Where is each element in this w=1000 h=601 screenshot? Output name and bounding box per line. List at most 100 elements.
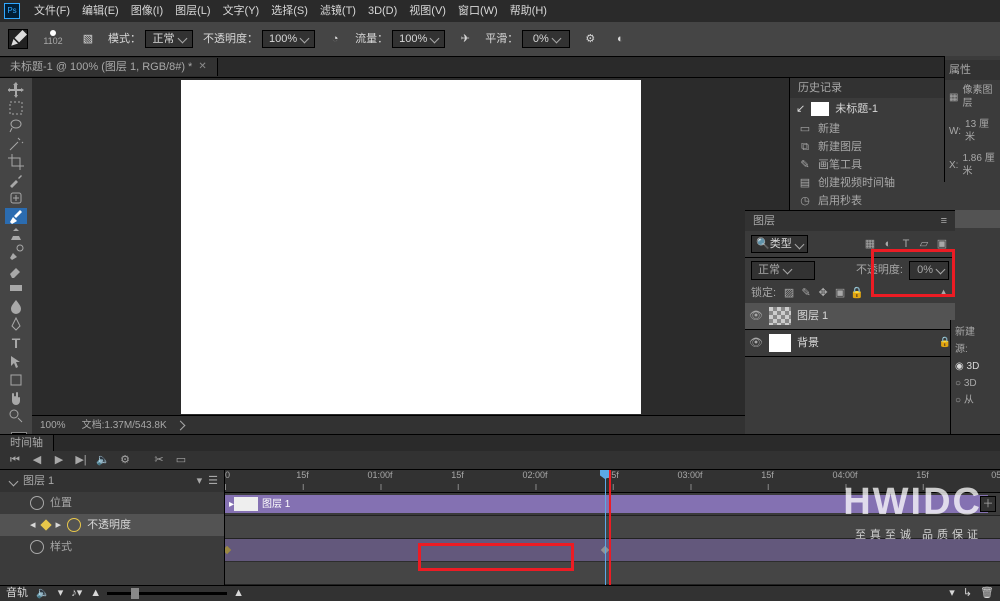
expand-icon[interactable] xyxy=(9,476,19,486)
timeline-menu-icon[interactable]: ▾ xyxy=(949,586,955,600)
audio-menu-icon[interactable]: ▾ xyxy=(58,586,64,600)
props-w-value[interactable]: 13 厘米 xyxy=(965,118,996,144)
menu-filter[interactable]: 滤镜(T) xyxy=(314,4,362,18)
stopwatch-icon[interactable] xyxy=(30,496,44,510)
pen-tool-icon[interactable] xyxy=(5,316,27,332)
mute-icon[interactable]: 🔈 xyxy=(94,451,112,469)
history-brush-icon[interactable] xyxy=(5,244,27,260)
render-icon[interactable]: ↳ xyxy=(963,586,972,600)
timeline-layer-options-icon[interactable]: ☰ xyxy=(208,474,218,488)
first-frame-icon[interactable]: ⏮ xyxy=(6,451,24,469)
timeline-layer-menu-icon[interactable]: ▾ xyxy=(197,474,203,488)
filter-type-icon[interactable]: T xyxy=(899,237,913,251)
menu-edit[interactable]: 编辑(E) xyxy=(76,4,125,18)
opacity-value[interactable]: 100% xyxy=(262,30,315,48)
timeline-prop-row[interactable]: ◂ ▸ 不透明度 xyxy=(0,514,224,536)
zoom-in-icon[interactable]: ▲ xyxy=(233,586,244,600)
document-canvas[interactable] xyxy=(181,80,641,414)
menu-3d[interactable]: 3D(D) xyxy=(362,4,403,18)
gradient-tool-icon[interactable] xyxy=(5,280,27,296)
audio-track-label[interactable]: 音轨 xyxy=(6,586,28,600)
keyframe-icon[interactable] xyxy=(225,546,231,554)
wand-tool-icon[interactable] xyxy=(5,136,27,152)
stopwatch-icon[interactable] xyxy=(67,518,81,532)
flow-value[interactable]: 100% xyxy=(392,30,445,48)
props-x-value[interactable]: 1.86 厘米 xyxy=(962,152,996,178)
add-media-button[interactable]: ＋ xyxy=(980,496,996,512)
lock-artboard-icon[interactable]: ▣ xyxy=(833,286,847,300)
menu-image[interactable]: 图像(I) xyxy=(125,4,169,18)
timeline-layer-row[interactable]: 图层 1 ▾ ☰ xyxy=(0,470,224,492)
smoothing-gear-icon[interactable]: ⚙ xyxy=(580,29,600,49)
timeline-prop-track[interactable] xyxy=(225,562,1000,585)
layer-name[interactable]: 图层 1 xyxy=(797,309,828,323)
timeline-ruler[interactable]: 0015f01:00f15f02:00f15f03:00f15f04:00f15… xyxy=(225,470,1000,493)
fill-slider-icon[interactable]: ▲ xyxy=(938,286,949,300)
pressure-size-icon[interactable]: ◐ xyxy=(610,29,630,49)
brush-panel-toggle-icon[interactable]: ▧ xyxy=(78,29,98,49)
visibility-toggle-icon[interactable]: 👁 xyxy=(749,309,763,323)
menu-file[interactable]: 文件(F) xyxy=(28,4,76,18)
brush-preset[interactable]: 1102 xyxy=(38,25,68,53)
airbrush-icon[interactable]: ✈ xyxy=(455,29,475,49)
shape-tool-icon[interactable] xyxy=(5,372,27,388)
zoom-out-icon[interactable]: ▲ xyxy=(90,586,101,600)
mode-dropdown[interactable]: 正常 xyxy=(145,30,193,48)
doc-info-value[interactable]: 文档:1.37M/543.8K xyxy=(82,419,167,432)
menu-help[interactable]: 帮助(H) xyxy=(504,4,553,18)
document-tab[interactable]: 未标题-1 @ 100% (图层 1, RGB/8#) * ✕ xyxy=(0,58,218,76)
timeline-zoom-slider[interactable] xyxy=(107,592,227,595)
stopwatch-icon[interactable] xyxy=(30,540,44,554)
lock-trans-icon[interactable]: ▨ xyxy=(782,286,796,300)
split-icon[interactable]: ✂ xyxy=(150,451,168,469)
timeline-prop-row[interactable]: 位置 xyxy=(0,492,224,514)
timeline-prop-track[interactable] xyxy=(225,516,1000,539)
zoom-tool-icon[interactable] xyxy=(5,408,27,424)
strip-label[interactable]: 新建 xyxy=(953,324,998,341)
status-flyout-icon[interactable] xyxy=(175,420,185,430)
layer-name[interactable]: 背景 xyxy=(797,336,819,350)
filter-pixel-icon[interactable]: ▦ xyxy=(863,237,877,251)
strip-radio[interactable]: ○ 从 xyxy=(953,392,998,409)
menu-layer[interactable]: 图层(L) xyxy=(169,4,216,18)
menu-select[interactable]: 选择(S) xyxy=(265,4,314,18)
blur-tool-icon[interactable] xyxy=(5,298,27,314)
visibility-toggle-icon[interactable]: 👁 xyxy=(749,336,763,350)
audio-music-icon[interactable]: ♪▾ xyxy=(71,586,82,600)
properties-title[interactable]: 属性 xyxy=(949,63,971,77)
trash-icon[interactable]: 🗑 xyxy=(980,586,994,600)
filter-adjustment-icon[interactable]: ◐ xyxy=(881,237,895,251)
layer-filter-kind[interactable]: 🔍 类型 xyxy=(751,235,808,253)
layer-row[interactable]: 👁 背景 🔒 xyxy=(745,330,955,357)
audio-mute-icon[interactable]: 🔈 xyxy=(36,586,50,600)
type-tool-icon[interactable]: T xyxy=(5,334,27,352)
close-tab-icon[interactable]: ✕ xyxy=(198,60,206,73)
current-tool-icon[interactable] xyxy=(8,29,28,49)
lasso-tool-icon[interactable] xyxy=(5,118,27,134)
hand-tool-icon[interactable] xyxy=(5,390,27,406)
crop-tool-icon[interactable] xyxy=(5,154,27,170)
smoothing-value[interactable]: 0% xyxy=(522,30,570,48)
prev-frame-icon[interactable]: ◀ xyxy=(28,451,46,469)
pressure-opacity-icon[interactable]: ◔ xyxy=(325,29,345,49)
lock-pixels-icon[interactable]: ✎ xyxy=(799,286,813,300)
lock-position-icon[interactable]: ✥ xyxy=(816,286,830,300)
playhead[interactable] xyxy=(605,470,606,585)
clone-tool-icon[interactable] xyxy=(5,226,27,242)
filter-smart-icon[interactable]: ▣ xyxy=(935,237,949,251)
layers-panel-tab[interactable]: 图层 ≡ xyxy=(745,211,955,231)
canvas-viewport[interactable] xyxy=(32,78,789,415)
next-frame-icon[interactable]: ▶| xyxy=(72,451,90,469)
zoom-value[interactable]: 100% xyxy=(40,419,66,432)
timeline-clip[interactable]: ▸ 图层 1 xyxy=(225,495,988,513)
menu-window[interactable]: 窗口(W) xyxy=(452,4,504,18)
move-tool-icon[interactable] xyxy=(5,82,27,98)
timeline-prop-row[interactable]: 样式 xyxy=(0,536,224,558)
layer-row[interactable]: 👁 图层 1 xyxy=(745,303,955,330)
timeline-opacity-track[interactable] xyxy=(225,539,1000,562)
path-select-tool-icon[interactable] xyxy=(5,354,27,370)
layer-opacity-value[interactable]: 0% xyxy=(909,261,949,279)
transition-icon[interactable]: ▭ xyxy=(172,451,190,469)
strip-radio[interactable]: ○ 3D xyxy=(953,375,998,392)
keyframe-add-icon[interactable] xyxy=(40,520,51,531)
